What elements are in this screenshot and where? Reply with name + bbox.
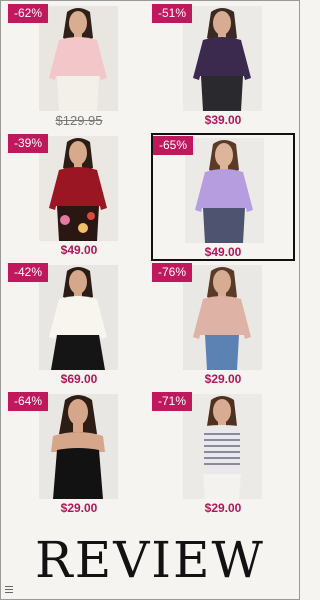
product-price: $49.00 [204, 245, 242, 259]
product-card[interactable]: -76% $29.00 [152, 262, 294, 386]
product-image[interactable] [185, 138, 264, 243]
product-image[interactable] [183, 394, 262, 499]
discount-badge: -62% [8, 4, 49, 23]
discount-badge: -76% [152, 263, 193, 282]
product-price: $29.00 [60, 501, 98, 515]
product-image[interactable] [183, 6, 262, 111]
discount-badge: -39% [8, 134, 49, 153]
discount-badge: -42% [8, 263, 49, 282]
discount-badge: -71% [152, 392, 193, 411]
model-illustration [39, 6, 118, 111]
product-card[interactable]: -39% $49.00 [8, 133, 150, 257]
product-image[interactable] [39, 136, 118, 241]
product-image[interactable] [39, 6, 118, 111]
product-card[interactable]: -62% $129.95 [8, 3, 150, 128]
product-price: $69.00 [60, 372, 98, 386]
product-card[interactable]: -71% $29.00 [152, 391, 294, 515]
discount-badge: -64% [8, 392, 49, 411]
model-illustration [183, 265, 262, 370]
model-illustration [185, 138, 264, 243]
model-illustration [39, 136, 118, 241]
model-illustration [183, 394, 262, 499]
review-heading: REVIEW [35, 531, 265, 589]
product-price: $129.95 [55, 113, 103, 128]
discount-badge: -51% [152, 4, 193, 23]
product-image[interactable] [183, 265, 262, 370]
product-image[interactable] [39, 394, 118, 499]
model-illustration [39, 394, 118, 499]
product-price: $49.00 [60, 243, 98, 257]
product-card[interactable]: -42% $69.00 [8, 262, 150, 386]
product-card[interactable]: -51% $39.00 [152, 3, 294, 127]
model-illustration [39, 265, 118, 370]
product-card-selected[interactable]: -65% $49.00 [151, 133, 295, 261]
product-price: $39.00 [204, 113, 242, 127]
product-price: $29.00 [204, 372, 242, 386]
menu-icon[interactable] [5, 586, 13, 593]
product-card[interactable]: -64% $29.00 [8, 391, 150, 515]
model-illustration [183, 6, 262, 111]
product-image[interactable] [39, 265, 118, 370]
product-price: $29.00 [204, 501, 242, 515]
discount-badge: -65% [153, 136, 194, 155]
